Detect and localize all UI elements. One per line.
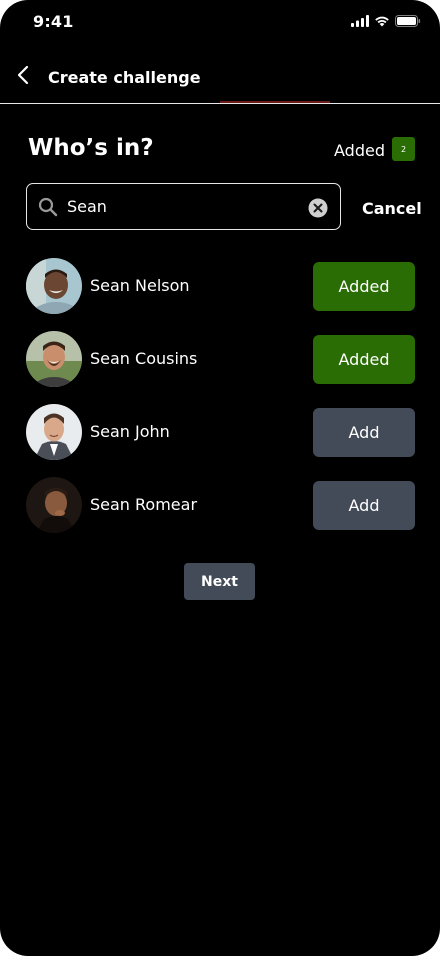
nav-bar: Create challenge	[0, 58, 440, 98]
section-title: Who’s in?	[28, 135, 154, 161]
progress-indicator	[220, 101, 330, 103]
wifi-icon	[374, 15, 390, 27]
avatar	[26, 404, 82, 460]
status-time: 9:41	[33, 12, 74, 31]
back-button[interactable]	[10, 64, 36, 90]
phone-screen: 9:41 Create challenge Who’s in? Added 2 …	[0, 0, 440, 956]
person-row: Sean John Add	[0, 404, 440, 460]
person-row: Sean Cousins Added	[0, 331, 440, 387]
person-name: Sean Cousins	[90, 349, 198, 368]
person-name: Sean Romear	[90, 495, 198, 514]
clear-circle-icon	[308, 198, 328, 222]
search-input[interactable]	[67, 194, 297, 219]
added-label: Added	[334, 141, 385, 160]
add-button[interactable]: Add	[313, 408, 415, 457]
person-row: Sean Nelson Added	[0, 258, 440, 314]
status-icons	[351, 15, 421, 27]
status-bar: 9:41	[0, 0, 440, 44]
cellular-signal-icon	[351, 15, 369, 27]
battery-icon	[395, 15, 421, 27]
person-row: Sean Romear Add	[0, 477, 440, 533]
page-title: Create challenge	[48, 68, 201, 87]
avatar	[26, 477, 82, 533]
person-name: Sean John	[90, 422, 170, 441]
added-count-badge: 2	[392, 137, 415, 161]
search-box	[26, 183, 341, 230]
search-icon	[38, 197, 58, 221]
clear-search-button[interactable]	[308, 198, 328, 218]
cancel-button[interactable]: Cancel	[362, 199, 422, 218]
avatar	[26, 331, 82, 387]
avatar	[26, 258, 82, 314]
chevron-left-icon	[16, 65, 30, 89]
person-name: Sean Nelson	[90, 276, 190, 295]
added-button[interactable]: Added	[313, 262, 415, 311]
add-button[interactable]: Add	[313, 481, 415, 530]
header-divider	[0, 103, 440, 104]
added-button[interactable]: Added	[313, 335, 415, 384]
next-button[interactable]: Next	[184, 563, 255, 600]
